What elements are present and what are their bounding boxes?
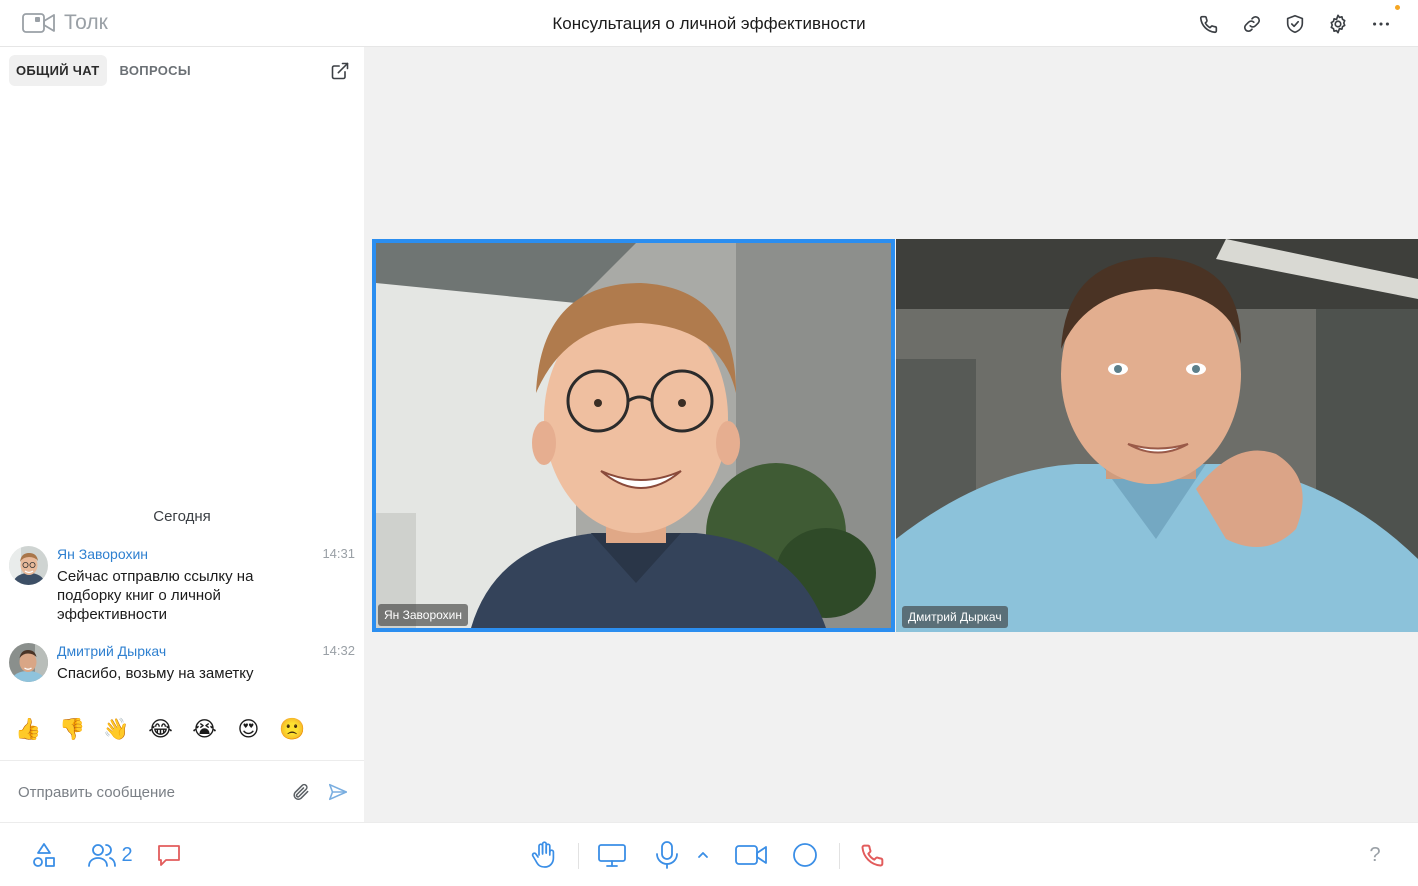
avatar[interactable] bbox=[9, 546, 48, 585]
shield-check-icon[interactable] bbox=[1282, 11, 1308, 37]
toolbar-divider bbox=[839, 843, 840, 869]
screen-share-button[interactable] bbox=[597, 839, 627, 871]
camera-button[interactable] bbox=[734, 839, 768, 871]
message-time: 14:31 bbox=[322, 546, 355, 561]
reaction-heart-eyes[interactable]: 😍 bbox=[236, 717, 261, 742]
participant-video bbox=[896, 239, 1418, 632]
help-label: ? bbox=[1369, 843, 1381, 866]
hand-icon bbox=[531, 841, 555, 868]
reaction-sad[interactable]: 🙁 bbox=[279, 717, 305, 742]
participant-name-badge: Ян Заворохин bbox=[378, 604, 469, 626]
video-camera-icon bbox=[735, 845, 767, 865]
chat-bubble-icon bbox=[158, 845, 180, 866]
phone-hangup-icon bbox=[861, 844, 884, 867]
phone-icon[interactable] bbox=[1196, 11, 1222, 37]
chat-tabs: ОБЩИЙ ЧАТ ВОПРОСЫ bbox=[9, 55, 198, 86]
video-stage: Ян Заворохин Дмитрий Дыркач bbox=[364, 47, 1418, 822]
participant-name-badge: Дмитрий Дыркач bbox=[902, 606, 1008, 628]
link-icon[interactable] bbox=[1239, 11, 1265, 37]
video-tile[interactable]: Дмитрий Дыркач bbox=[896, 239, 1418, 632]
participants-button[interactable]: 2 bbox=[84, 839, 136, 871]
raise-hand-button[interactable] bbox=[530, 839, 558, 871]
tab-general-chat[interactable]: ОБЩИЙ ЧАТ bbox=[9, 55, 107, 86]
chat-sidebar: ОБЩИЙ ЧАТ ВОПРОСЫ Сегодня Ян Заворохин 1… bbox=[0, 47, 364, 822]
send-icon[interactable] bbox=[326, 780, 350, 804]
avatar[interactable] bbox=[9, 643, 48, 682]
apps-button[interactable] bbox=[30, 839, 58, 871]
toolbar-divider bbox=[578, 843, 579, 869]
message-text: Сейчас отправлю ссылку на подборку книг … bbox=[57, 568, 254, 623]
message-text: Спасибо, возьму на заметку bbox=[57, 665, 254, 682]
monitor-icon bbox=[598, 844, 626, 867]
reaction-wave[interactable]: 👋 bbox=[103, 717, 129, 742]
call-toolbar: 2 ? bbox=[0, 822, 1418, 886]
paperclip-icon[interactable] bbox=[290, 781, 312, 803]
microphone-button[interactable] bbox=[654, 839, 680, 871]
gear-icon[interactable] bbox=[1325, 11, 1351, 37]
external-link-icon[interactable] bbox=[328, 59, 352, 83]
chat-button[interactable] bbox=[155, 839, 183, 871]
message-composer bbox=[0, 760, 364, 822]
reaction-laugh[interactable]: 😂 bbox=[148, 717, 173, 742]
message-time: 14:32 bbox=[322, 643, 355, 658]
record-button[interactable] bbox=[792, 839, 818, 871]
microphone-icon bbox=[656, 841, 678, 869]
help-button[interactable]: ? bbox=[1364, 839, 1386, 871]
chat-message: Дмитрий Дыркач 14:32 Спасибо, возьму на … bbox=[9, 643, 355, 685]
video-tile[interactable]: Ян Заворохин bbox=[372, 239, 895, 632]
microphone-options-button[interactable] bbox=[694, 839, 712, 871]
participant-video bbox=[376, 243, 891, 628]
message-input[interactable] bbox=[18, 779, 268, 805]
tab-questions[interactable]: ВОПРОСЫ bbox=[113, 55, 198, 86]
message-author[interactable]: Дмитрий Дыркач bbox=[57, 643, 166, 659]
reaction-bar: 👍 👎 👋 😂 😭 😍 🙁 bbox=[15, 717, 305, 742]
chat-message: Ян Заворохин 14:31 Сейчас отправлю ссылк… bbox=[9, 546, 355, 626]
date-separator: Сегодня bbox=[153, 508, 211, 525]
message-author[interactable]: Ян Заворохин bbox=[57, 546, 148, 562]
chevron-up-icon bbox=[698, 852, 708, 858]
record-circle-icon bbox=[793, 843, 817, 867]
reaction-cry[interactable]: 😭 bbox=[192, 717, 217, 742]
reaction-thumbs-up[interactable]: 👍 bbox=[15, 717, 41, 742]
participants-count: 2 bbox=[121, 843, 133, 866]
more-dots-icon[interactable] bbox=[1368, 5, 1400, 37]
top-bar: Толк Консультация о личной эффективности bbox=[0, 0, 1418, 47]
hang-up-button[interactable] bbox=[858, 839, 888, 871]
reaction-thumbs-down[interactable]: 👎 bbox=[59, 717, 85, 742]
notification-dot bbox=[1395, 5, 1400, 10]
users-icon bbox=[88, 844, 117, 867]
shapes-icon bbox=[33, 843, 55, 867]
